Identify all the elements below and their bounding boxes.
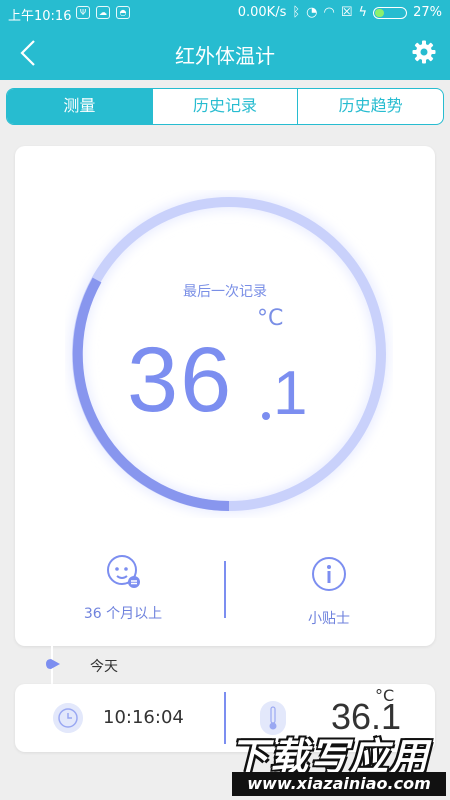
- status-time: 上午10:16: [8, 9, 72, 24]
- decimal-point: [262, 412, 270, 420]
- bluetooth-icon: ᛒ: [292, 5, 301, 20]
- sim-icon: ☒: [340, 5, 353, 20]
- age-group-button[interactable]: 36 个月以上: [63, 551, 183, 623]
- age-group-label: 36 个月以上: [83, 606, 163, 622]
- measurement-card: 最后一次记录 °C 36 1 36 个月以上 小贴士: [15, 146, 435, 646]
- watermark-url: www.xiazainiao.com: [232, 772, 446, 796]
- battery-percent: 27%: [413, 5, 442, 20]
- page-title: 红外体温计: [175, 44, 275, 68]
- tips-button[interactable]: 小贴士: [269, 556, 389, 628]
- gear-icon[interactable]: [412, 40, 436, 64]
- mute-icon: ◔: [306, 5, 318, 20]
- battery-icon: [373, 6, 408, 19]
- timeline-marker-icon: [46, 659, 60, 669]
- android-icon: ◓: [116, 6, 130, 19]
- status-icons-left: Ψ ☁ ◓: [76, 6, 130, 19]
- record-time: 10:16:04: [103, 707, 184, 728]
- cloud-icon: ☁: [96, 6, 110, 19]
- tab-trend[interactable]: 历史趋势: [298, 89, 443, 124]
- clock-icon: [53, 703, 83, 733]
- last-record-label: 最后一次记录: [183, 284, 267, 300]
- tab-bar: 测量 历史记录 历史趋势: [6, 88, 444, 125]
- temperature-decimal: 1: [273, 359, 308, 428]
- status-bar: 上午10:16 Ψ ☁ ◓ 0.00K/s ᛒ ◔ ◠ ☒ ϟ 27%: [0, 0, 450, 26]
- divider: [224, 561, 226, 618]
- watermark-logo: 下载写应用 www.xiazainiao.com: [222, 722, 448, 798]
- tab-measure[interactable]: 测量: [7, 89, 153, 124]
- wifi-icon: ◠: [323, 5, 335, 20]
- network-speed: 0.00K/s: [237, 5, 287, 20]
- temperature-integer: 36: [127, 329, 234, 431]
- charging-icon: ϟ: [358, 5, 368, 20]
- usb-icon: Ψ: [76, 6, 90, 19]
- temperature-unit: °C: [257, 306, 284, 331]
- tips-label: 小贴士: [308, 611, 350, 627]
- tab-history[interactable]: 历史记录: [153, 89, 299, 124]
- date-label: 今天: [90, 659, 118, 675]
- status-icons-right: 0.00K/s ᛒ ◔ ◠ ☒ ϟ 27%: [238, 5, 442, 20]
- baby-face-icon: [107, 555, 140, 588]
- app-bar: 红外体温计: [0, 26, 450, 80]
- info-icon: [312, 557, 346, 591]
